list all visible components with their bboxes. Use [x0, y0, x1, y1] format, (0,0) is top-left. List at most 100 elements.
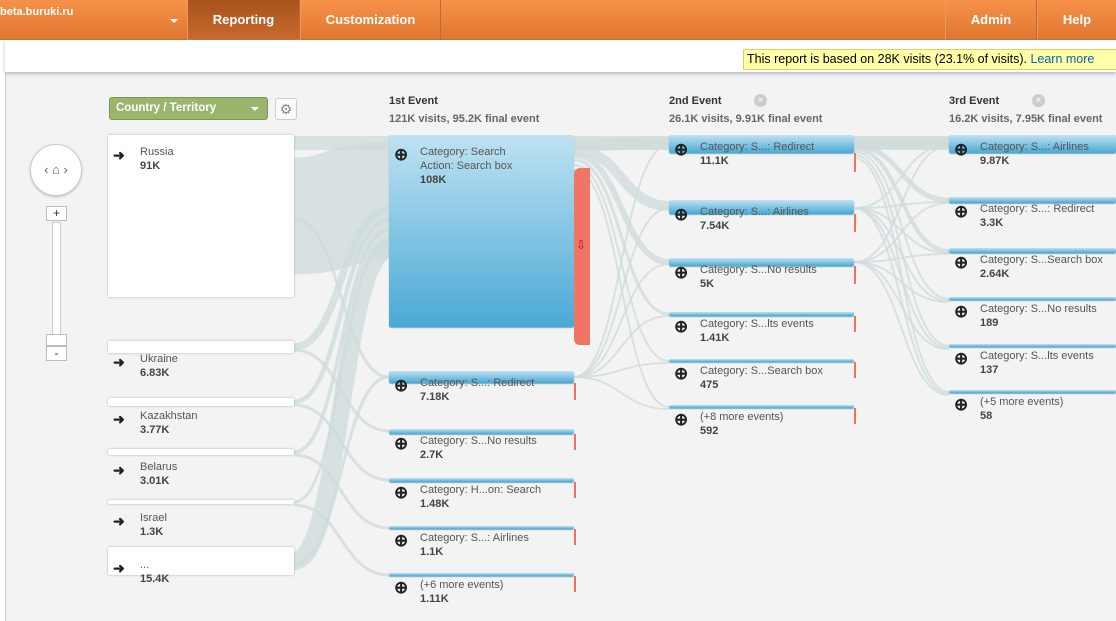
- node-label: Category: S...Search box 475: [700, 364, 823, 392]
- node-name: Ukraine: [140, 353, 178, 365]
- dropoff-bar[interactable]: [854, 214, 856, 232]
- node-name: Category: S...Search box: [980, 254, 1103, 266]
- expand-plus-icon: ⊕: [394, 531, 409, 550]
- node-name: Category: S...: Airlines: [420, 532, 529, 544]
- node-bar[interactable]: [389, 526, 574, 529]
- expand-plus-icon: ⊕: [954, 349, 969, 368]
- node-value: 592: [700, 425, 719, 437]
- dropoff-bar[interactable]: [574, 383, 576, 400]
- node-bar[interactable]: [108, 547, 294, 575]
- node-label: Category: S...No results 189: [980, 302, 1097, 330]
- node-label: (+6 more events) 1.11K: [420, 578, 503, 606]
- node-name: Belarus: [140, 461, 178, 473]
- node-value: 475: [700, 379, 719, 391]
- expand-plus-icon: ⊕: [674, 317, 689, 336]
- node-label: ... 15.4K: [140, 558, 169, 586]
- expand-plus-icon: ⊕: [394, 483, 409, 502]
- node-label: (+5 more events) 58: [980, 395, 1063, 423]
- zoom-slider[interactable]: [52, 222, 61, 347]
- node-label: Israel 1.3K: [140, 511, 167, 539]
- node-label: Category: S...: Redirect 7.18K: [420, 376, 534, 404]
- node-bar[interactable]: [108, 500, 294, 504]
- chevron-down-icon[interactable]: [170, 19, 178, 23]
- node-label: Category: S...: Airlines 1.1K: [420, 531, 529, 559]
- dropoff-arrow-icon: ⇩: [576, 238, 587, 252]
- node-bar[interactable]: [949, 390, 1116, 393]
- column-stats-2: 26.1K visits, 9.91K final event: [669, 113, 823, 125]
- node-name: (+6 more events): [420, 579, 504, 591]
- close-icon[interactable]: ×: [754, 94, 767, 107]
- node-label: Category: S...: Redirect 11.1K: [700, 140, 814, 168]
- node-value: 6.83K: [140, 367, 170, 379]
- column-title-1: 1st Event: [389, 95, 438, 107]
- node-value: 137: [980, 364, 999, 376]
- dimension-selector[interactable]: Country / Territory: [109, 97, 268, 120]
- node-bar[interactable]: [108, 449, 294, 455]
- node-bar[interactable]: [108, 398, 294, 406]
- arrow-right-icon: ➜: [113, 462, 125, 478]
- tab-customization[interactable]: Customization: [300, 0, 441, 40]
- node-label: Category: S...Search box 2.64K: [980, 253, 1103, 281]
- node-name: Category: S...lts events: [980, 350, 1094, 362]
- dropoff-bar[interactable]: [574, 529, 576, 545]
- node-label: Belarus 3.01K: [140, 460, 177, 488]
- node-name: Category: S...Search box: [700, 365, 823, 377]
- dropoff-bar[interactable]: [854, 408, 856, 424]
- node-name: (+5 more events): [980, 396, 1064, 408]
- account-selector[interactable]: beta.buruki.ru: [0, 6, 73, 18]
- node-value: 1.48K: [420, 498, 450, 510]
- zoom-in-button[interactable]: +: [46, 206, 67, 221]
- node-name: Category: S...lts events: [700, 318, 814, 330]
- node-value: 1.1K: [420, 546, 444, 558]
- gear-icon[interactable]: ⚙: [275, 98, 297, 120]
- node-label: (+8 more events) 592: [700, 410, 783, 438]
- sampling-notice: This report is based on 28K visits (23.1…: [743, 49, 1116, 70]
- node-bar[interactable]: [389, 573, 574, 576]
- node-bar[interactable]: [669, 359, 854, 362]
- node-name: Category: H...on: Search: [420, 484, 542, 496]
- dropoff-bar[interactable]: [574, 434, 576, 450]
- node-name: Category: S...: Redirect: [420, 377, 535, 389]
- node-label: Category: S...: Airlines 9.87K: [980, 140, 1089, 168]
- node-value: 58: [980, 410, 993, 422]
- node-bar[interactable]: [949, 344, 1116, 347]
- expand-plus-icon: ⊕: [954, 395, 969, 414]
- node-bar[interactable]: [949, 297, 1116, 300]
- expand-plus-icon: ⊕: [394, 434, 409, 453]
- node-label: Category: H...on: Search 1.48K: [420, 483, 541, 511]
- node-label: Kazakhstan 3.77K: [140, 409, 197, 437]
- dropoff-bar[interactable]: [854, 362, 856, 378]
- node-bar[interactable]: [108, 341, 294, 353]
- dimension-label: Country / Territory: [116, 102, 217, 114]
- tab-admin[interactable]: Admin: [945, 0, 1037, 40]
- tab-help[interactable]: Help: [1037, 0, 1116, 40]
- zoom-slider-handle[interactable]: [46, 334, 67, 346]
- node-bar[interactable]: [108, 135, 294, 297]
- node-bar[interactable]: [389, 478, 574, 482]
- node-label: Category: S...: Airlines 7.54K: [700, 205, 809, 233]
- dropoff-bar[interactable]: [574, 482, 576, 498]
- dropoff-bar[interactable]: [574, 576, 576, 592]
- learn-more-link[interactable]: Learn more: [1030, 52, 1094, 66]
- dropoff-bar[interactable]: [854, 266, 856, 284]
- expand-plus-icon: ⊕: [674, 205, 689, 224]
- node-value: 189: [980, 317, 999, 329]
- expand-plus-icon: ⊕: [954, 140, 969, 159]
- home-pan-button[interactable]: ‹ ⌂ ›: [30, 144, 82, 196]
- node-value: 3.77K: [140, 424, 170, 436]
- node-name: Category: S...No results: [700, 264, 817, 276]
- node-bar[interactable]: [669, 312, 854, 316]
- dropoff-bar-main[interactable]: ⇩: [574, 168, 590, 345]
- node-bar[interactable]: [669, 405, 854, 408]
- dropoff-bar[interactable]: [854, 316, 856, 332]
- expand-plus-icon: ⊕: [394, 145, 409, 164]
- expand-plus-icon: ⊕: [394, 376, 409, 395]
- node-name: Category: S...: Airlines: [980, 141, 1089, 153]
- node-value: 7.54K: [700, 220, 730, 232]
- node-value: 11.1K: [700, 155, 729, 167]
- node-value: 7.18K: [420, 391, 450, 403]
- zoom-out-button[interactable]: -: [46, 346, 67, 361]
- tab-reporting[interactable]: Reporting: [187, 0, 300, 40]
- close-icon[interactable]: ×: [1032, 94, 1045, 107]
- dropoff-bar[interactable]: [854, 153, 856, 172]
